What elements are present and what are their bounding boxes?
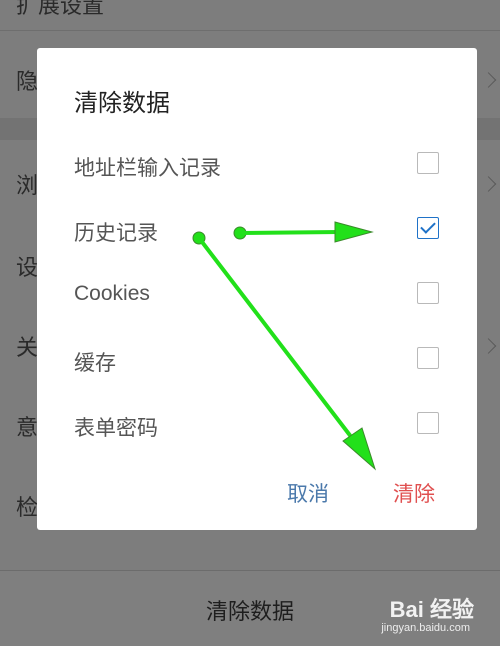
arrow-to-clear-button-icon — [192, 231, 377, 471]
arrow-to-history-checkbox-icon — [233, 221, 374, 243]
annotation-arrows — [192, 221, 377, 471]
